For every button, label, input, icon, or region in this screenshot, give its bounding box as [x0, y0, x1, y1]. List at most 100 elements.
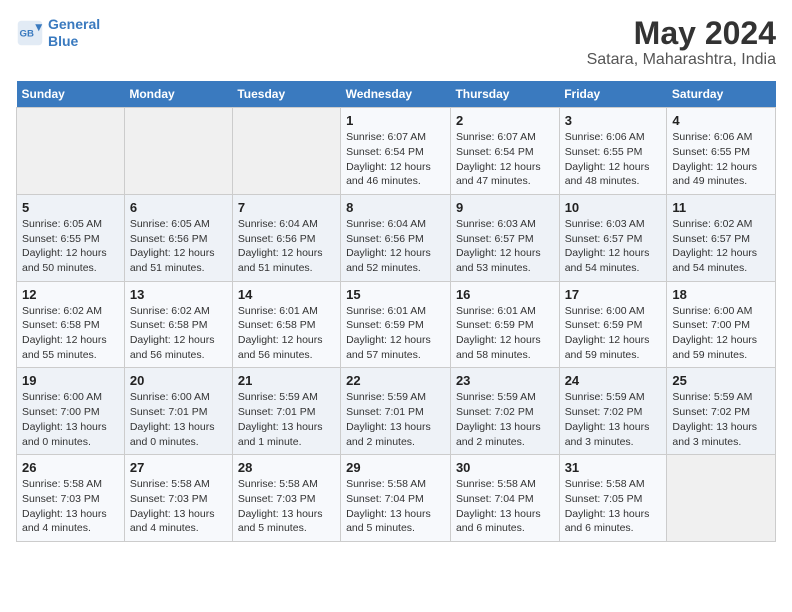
day-number: 16: [456, 287, 554, 302]
day-number: 27: [130, 460, 227, 475]
day-number: 12: [22, 287, 119, 302]
day-cell: 17Sunrise: 6:00 AM Sunset: 6:59 PM Dayli…: [559, 281, 667, 368]
day-number: 4: [672, 113, 770, 128]
day-cell: [667, 455, 776, 542]
col-sunday: Sunday: [17, 81, 125, 108]
logo-line1: General: [48, 16, 100, 32]
week-row-4: 19 Sunrise: 6:00 AM Sunset: 7:00 PM Dayli…: [17, 368, 776, 455]
col-wednesday: Wednesday: [341, 81, 451, 108]
logo-line2: Blue: [48, 33, 78, 49]
logo: GB General Blue: [16, 16, 100, 50]
day-cell: 5 Sunrise: 6:05 AM Sunset: 6:55 PM Daylig…: [17, 194, 125, 281]
day-number: 19: [22, 373, 119, 388]
day-cell: 20Sunrise: 6:00 AM Sunset: 7:01 PM Dayli…: [124, 368, 232, 455]
day-number: 24: [565, 373, 662, 388]
day-info: Sunrise: 5:58 AM Sunset: 7:03 PM Dayligh…: [22, 477, 119, 536]
calendar-table: Sunday Monday Tuesday Wednesday Thursday…: [16, 81, 776, 542]
day-cell: 12 Sunrise: 6:02 AM Sunset: 6:58 PM Dayli…: [17, 281, 125, 368]
day-cell: [124, 108, 232, 195]
day-info: Sunrise: 6:01 AM Sunset: 6:59 PM Dayligh…: [456, 304, 554, 363]
day-number: 9: [456, 200, 554, 215]
day-cell: 26 Sunrise: 5:58 AM Sunset: 7:03 PM Dayli…: [17, 455, 125, 542]
day-cell: 13 Sunrise: 6:02 AM Sunset: 6:58 PM Dayli…: [124, 281, 232, 368]
day-cell: 3Sunrise: 6:06 AM Sunset: 6:55 PM Daylig…: [559, 108, 667, 195]
day-info: Sunrise: 6:04 AM Sunset: 6:56 PM Dayligh…: [238, 217, 335, 276]
day-number: 2: [456, 113, 554, 128]
day-info: Sunrise: 6:05 AM Sunset: 6:56 PM Dayligh…: [130, 217, 227, 276]
col-tuesday: Tuesday: [232, 81, 340, 108]
header-row: Sunday Monday Tuesday Wednesday Thursday…: [17, 81, 776, 108]
day-number: 26: [22, 460, 119, 475]
svg-text:GB: GB: [20, 28, 34, 39]
day-cell: 11Sunrise: 6:02 AM Sunset: 6:57 PM Dayli…: [667, 194, 776, 281]
day-info: Sunrise: 6:00 AM Sunset: 7:00 PM Dayligh…: [672, 304, 770, 363]
day-cell: 15Sunrise: 6:01 AM Sunset: 6:59 PM Dayli…: [341, 281, 451, 368]
day-cell: 24 Sunrise: 5:59 AM Sunset: 7:02 PM Dayli…: [559, 368, 667, 455]
day-info: Sunrise: 6:05 AM Sunset: 6:55 PM Dayligh…: [22, 217, 119, 276]
calendar-title: May 2024: [587, 16, 776, 51]
day-info: Sunrise: 5:58 AM Sunset: 7:04 PM Dayligh…: [456, 477, 554, 536]
day-number: 21: [238, 373, 335, 388]
day-number: 22: [346, 373, 445, 388]
day-cell: 6Sunrise: 6:05 AM Sunset: 6:56 PM Daylig…: [124, 194, 232, 281]
day-number: 18: [672, 287, 770, 302]
day-number: 13: [130, 287, 227, 302]
week-row-3: 12 Sunrise: 6:02 AM Sunset: 6:58 PM Dayli…: [17, 281, 776, 368]
day-info: Sunrise: 5:58 AM Sunset: 7:05 PM Dayligh…: [565, 477, 662, 536]
day-info: Sunrise: 5:59 AM Sunset: 7:02 PM Dayligh…: [456, 390, 554, 449]
day-cell: 16 Sunrise: 6:01 AM Sunset: 6:59 PM Dayli…: [450, 281, 559, 368]
day-cell: 4 Sunrise: 6:06 AM Sunset: 6:55 PM Daylig…: [667, 108, 776, 195]
week-row-2: 5 Sunrise: 6:05 AM Sunset: 6:55 PM Daylig…: [17, 194, 776, 281]
day-cell: 19 Sunrise: 6:00 AM Sunset: 7:00 PM Dayli…: [17, 368, 125, 455]
day-info: Sunrise: 6:03 AM Sunset: 6:57 PM Dayligh…: [456, 217, 554, 276]
day-info: Sunrise: 6:06 AM Sunset: 6:55 PM Dayligh…: [672, 130, 770, 189]
day-cell: 22Sunrise: 5:59 AM Sunset: 7:01 PM Dayli…: [341, 368, 451, 455]
day-number: 14: [238, 287, 335, 302]
day-info: Sunrise: 5:58 AM Sunset: 7:04 PM Dayligh…: [346, 477, 445, 536]
day-info: Sunrise: 6:07 AM Sunset: 6:54 PM Dayligh…: [456, 130, 554, 189]
day-cell: 18 Sunrise: 6:00 AM Sunset: 7:00 PM Dayli…: [667, 281, 776, 368]
day-info: Sunrise: 5:58 AM Sunset: 7:03 PM Dayligh…: [130, 477, 227, 536]
day-number: 5: [22, 200, 119, 215]
day-info: Sunrise: 6:06 AM Sunset: 6:55 PM Dayligh…: [565, 130, 662, 189]
day-cell: 14Sunrise: 6:01 AM Sunset: 6:58 PM Dayli…: [232, 281, 340, 368]
day-number: 10: [565, 200, 662, 215]
day-info: Sunrise: 6:00 AM Sunset: 6:59 PM Dayligh…: [565, 304, 662, 363]
day-cell: 8Sunrise: 6:04 AM Sunset: 6:56 PM Daylig…: [341, 194, 451, 281]
day-number: 7: [238, 200, 335, 215]
day-number: 25: [672, 373, 770, 388]
day-cell: [232, 108, 340, 195]
day-number: 1: [346, 113, 445, 128]
day-number: 23: [456, 373, 554, 388]
day-info: Sunrise: 6:00 AM Sunset: 7:00 PM Dayligh…: [22, 390, 119, 449]
day-cell: [17, 108, 125, 195]
day-cell: 21 Sunrise: 5:59 AM Sunset: 7:01 PM Dayli…: [232, 368, 340, 455]
day-info: Sunrise: 5:59 AM Sunset: 7:02 PM Dayligh…: [565, 390, 662, 449]
day-info: Sunrise: 6:03 AM Sunset: 6:57 PM Dayligh…: [565, 217, 662, 276]
day-info: Sunrise: 5:59 AM Sunset: 7:02 PM Dayligh…: [672, 390, 770, 449]
day-cell: 27 Sunrise: 5:58 AM Sunset: 7:03 PM Dayli…: [124, 455, 232, 542]
day-cell: 29Sunrise: 5:58 AM Sunset: 7:04 PM Dayli…: [341, 455, 451, 542]
day-number: 11: [672, 200, 770, 215]
calendar-subtitle: Satara, Maharashtra, India: [587, 51, 776, 69]
day-info: Sunrise: 6:02 AM Sunset: 6:58 PM Dayligh…: [130, 304, 227, 363]
day-cell: 2 Sunrise: 6:07 AM Sunset: 6:54 PM Daylig…: [450, 108, 559, 195]
calendar-body: 1 Sunrise: 6:07 AM Sunset: 6:54 PM Daylig…: [17, 108, 776, 542]
day-cell: 28Sunrise: 5:58 AM Sunset: 7:03 PM Dayli…: [232, 455, 340, 542]
day-cell: 30 Sunrise: 5:58 AM Sunset: 7:04 PM Dayli…: [450, 455, 559, 542]
day-number: 20: [130, 373, 227, 388]
page-header: GB General Blue May 2024 Satara, Maharas…: [16, 16, 776, 69]
day-info: Sunrise: 6:02 AM Sunset: 6:58 PM Dayligh…: [22, 304, 119, 363]
day-info: Sunrise: 5:58 AM Sunset: 7:03 PM Dayligh…: [238, 477, 335, 536]
day-number: 31: [565, 460, 662, 475]
day-cell: 9 Sunrise: 6:03 AM Sunset: 6:57 PM Daylig…: [450, 194, 559, 281]
day-cell: 23 Sunrise: 5:59 AM Sunset: 7:02 PM Dayli…: [450, 368, 559, 455]
logo-icon: GB: [16, 19, 44, 47]
col-friday: Friday: [559, 81, 667, 108]
day-info: Sunrise: 5:59 AM Sunset: 7:01 PM Dayligh…: [238, 390, 335, 449]
col-monday: Monday: [124, 81, 232, 108]
week-row-5: 26 Sunrise: 5:58 AM Sunset: 7:03 PM Dayli…: [17, 455, 776, 542]
day-info: Sunrise: 6:04 AM Sunset: 6:56 PM Dayligh…: [346, 217, 445, 276]
col-thursday: Thursday: [450, 81, 559, 108]
day-number: 30: [456, 460, 554, 475]
